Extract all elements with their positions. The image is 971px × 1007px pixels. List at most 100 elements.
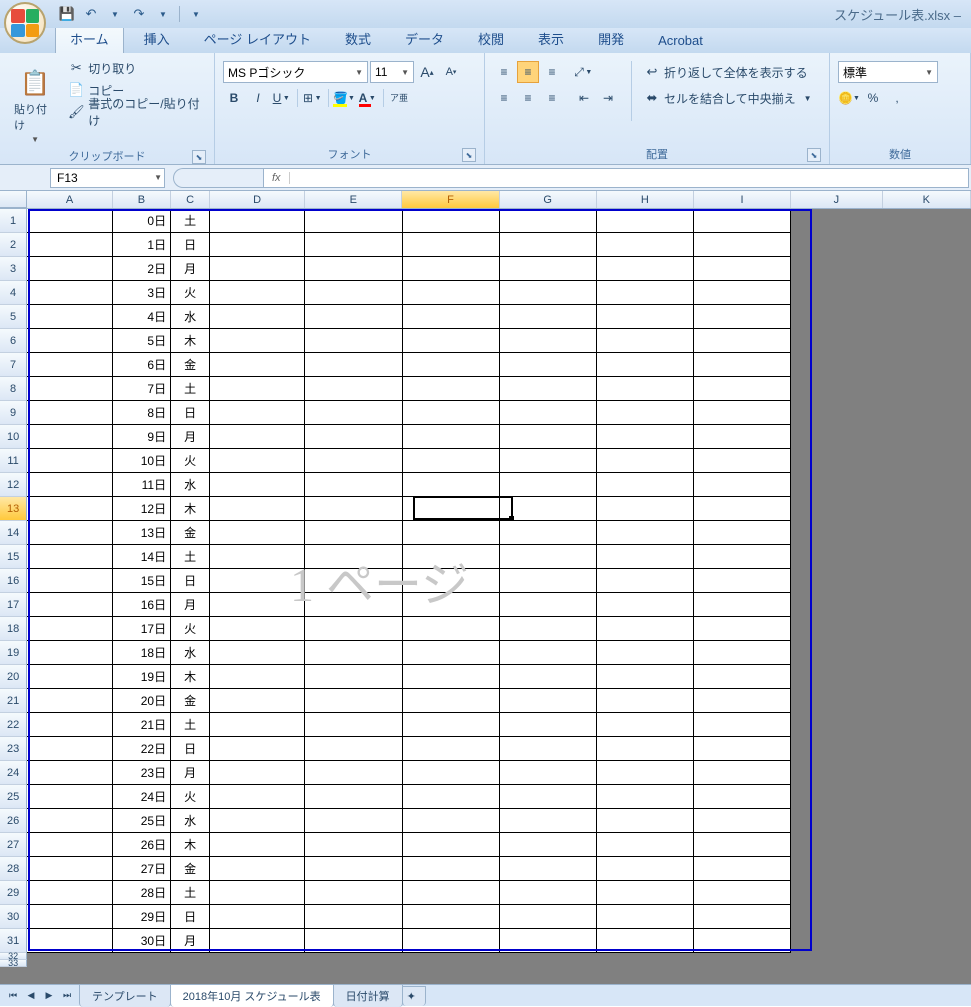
cell[interactable]: 金	[171, 689, 210, 713]
cell[interactable]	[305, 960, 402, 967]
cell[interactable]	[403, 881, 500, 905]
cell[interactable]	[791, 449, 882, 473]
cell[interactable]	[791, 953, 882, 960]
cell[interactable]	[403, 233, 500, 257]
cell[interactable]	[210, 281, 305, 305]
cell[interactable]: 9日	[113, 425, 171, 449]
cell[interactable]	[791, 353, 882, 377]
cell[interactable]: 4日	[113, 305, 171, 329]
cell[interactable]	[883, 257, 971, 281]
cell[interactable]	[403, 449, 500, 473]
cell[interactable]	[694, 377, 791, 401]
cell[interactable]	[500, 641, 597, 665]
cell[interactable]: 3日	[113, 281, 171, 305]
cell[interactable]	[403, 353, 500, 377]
cell[interactable]: 木	[171, 665, 210, 689]
cell[interactable]	[27, 401, 113, 425]
undo-icon[interactable]: ↶	[83, 6, 99, 22]
cell[interactable]: 7日	[113, 377, 171, 401]
cell[interactable]	[210, 257, 305, 281]
row-header[interactable]: 24	[0, 761, 27, 785]
cell[interactable]	[597, 233, 694, 257]
name-box[interactable]: F13▼	[50, 168, 165, 188]
cell[interactable]	[883, 209, 971, 233]
orientation-button[interactable]: ⤢▼	[573, 61, 595, 83]
number-format-combo[interactable]: 標準▼	[838, 61, 938, 83]
cell[interactable]	[210, 305, 305, 329]
cell[interactable]: 月	[171, 761, 210, 785]
cell[interactable]	[883, 737, 971, 761]
cell[interactable]	[27, 905, 113, 929]
cell[interactable]	[883, 593, 971, 617]
cell[interactable]	[210, 425, 305, 449]
cell[interactable]: 火	[171, 281, 210, 305]
cell[interactable]	[210, 521, 305, 545]
ribbon-tab-データ[interactable]: データ	[391, 25, 458, 53]
cell[interactable]	[403, 569, 500, 593]
cell[interactable]	[210, 497, 305, 521]
cell[interactable]	[791, 737, 882, 761]
cell[interactable]	[597, 593, 694, 617]
cell[interactable]: 23日	[113, 761, 171, 785]
cell[interactable]	[305, 881, 402, 905]
cell[interactable]	[210, 737, 305, 761]
cell[interactable]	[597, 905, 694, 929]
cell[interactable]	[694, 569, 791, 593]
ribbon-tab-表示[interactable]: 表示	[524, 25, 578, 53]
cell[interactable]: 月	[171, 929, 210, 953]
cell[interactable]	[210, 785, 305, 809]
cell[interactable]	[500, 833, 597, 857]
cell[interactable]	[403, 305, 500, 329]
cell[interactable]: 木	[171, 833, 210, 857]
next-sheet-button[interactable]: ▶	[40, 987, 58, 1005]
cell[interactable]	[403, 401, 500, 425]
cell[interactable]: 15日	[113, 569, 171, 593]
cell[interactable]	[403, 737, 500, 761]
cell[interactable]	[27, 593, 113, 617]
row-header[interactable]: 5	[0, 305, 27, 329]
cell[interactable]: 火	[171, 785, 210, 809]
cell[interactable]: 6日	[113, 353, 171, 377]
cell[interactable]: 水	[171, 473, 210, 497]
row-header[interactable]: 19	[0, 641, 27, 665]
cell[interactable]: 22日	[113, 737, 171, 761]
format-painter-button[interactable]: 🖌書式のコピー/貼り付け	[68, 101, 206, 123]
cell[interactable]	[27, 521, 113, 545]
cell[interactable]	[27, 209, 113, 233]
cell[interactable]: 月	[171, 593, 210, 617]
cell[interactable]	[694, 473, 791, 497]
cell[interactable]: 土	[171, 209, 210, 233]
cell[interactable]: 17日	[113, 617, 171, 641]
cell[interactable]	[597, 353, 694, 377]
cell[interactable]	[883, 401, 971, 425]
cell[interactable]	[597, 689, 694, 713]
formula-input[interactable]: fx	[263, 168, 969, 188]
cell[interactable]	[791, 569, 882, 593]
row-header[interactable]: 12	[0, 473, 27, 497]
cell[interactable]	[27, 425, 113, 449]
row-header[interactable]: 18	[0, 617, 27, 641]
cell[interactable]	[883, 497, 971, 521]
cell[interactable]	[500, 353, 597, 377]
cell[interactable]	[883, 881, 971, 905]
cell[interactable]	[500, 617, 597, 641]
cell[interactable]	[883, 809, 971, 833]
cell[interactable]	[210, 593, 305, 617]
cell[interactable]	[791, 233, 882, 257]
cell[interactable]	[791, 905, 882, 929]
cell[interactable]	[210, 833, 305, 857]
cell[interactable]	[210, 617, 305, 641]
row-header[interactable]: 25	[0, 785, 27, 809]
cell[interactable]	[694, 497, 791, 521]
cell[interactable]	[791, 497, 882, 521]
cell[interactable]: 日	[171, 737, 210, 761]
ribbon-tab-ページ レイアウト[interactable]: ページ レイアウト	[190, 25, 325, 53]
cell[interactable]	[403, 281, 500, 305]
cell[interactable]	[694, 881, 791, 905]
cell[interactable]: 29日	[113, 905, 171, 929]
cell[interactable]	[305, 305, 402, 329]
row-header[interactable]: 26	[0, 809, 27, 833]
cell[interactable]	[305, 665, 402, 689]
cell[interactable]	[694, 960, 791, 967]
row-header[interactable]: 27	[0, 833, 27, 857]
